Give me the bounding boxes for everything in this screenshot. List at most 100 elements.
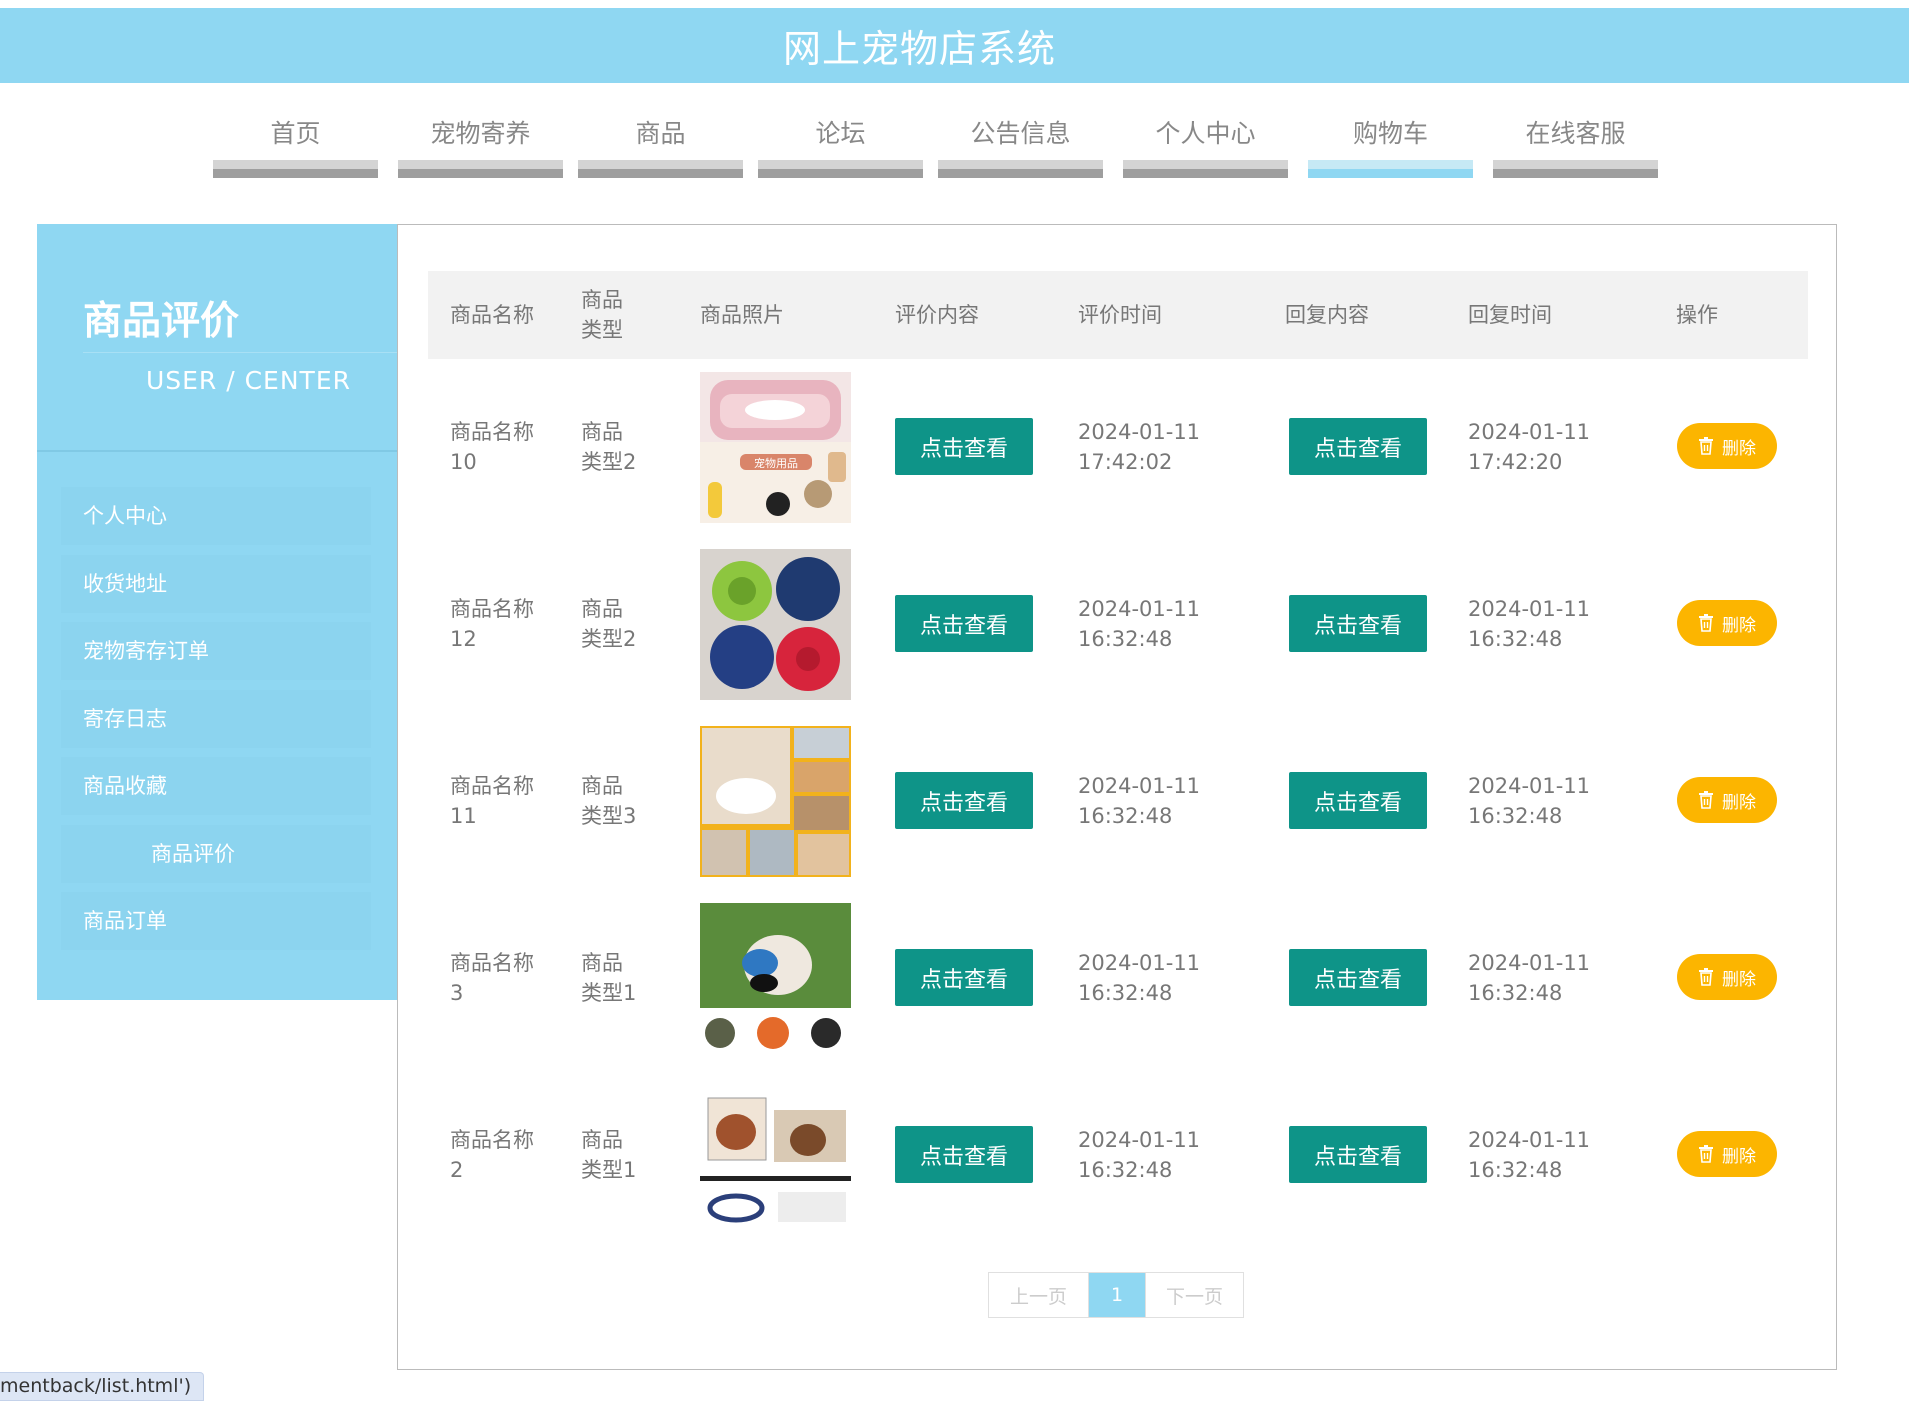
delete-button[interactable]: 删除	[1677, 1131, 1777, 1177]
review-clock: 16:32:48	[1078, 804, 1173, 828]
site-title: 网上宠物店系统	[782, 27, 1056, 71]
delete-label: 删除	[1722, 969, 1756, 990]
delete-label: 删除	[1722, 615, 1756, 636]
col-header-reply-content: 回复内容	[1285, 303, 1369, 327]
review-time: 2024-01-11 16:32:48	[1078, 948, 1208, 1008]
col-header-reply-time: 回复时间	[1468, 303, 1552, 327]
view-review-button[interactable]: 点击查看	[895, 949, 1033, 1006]
sidebar-item-pet-boarding-orders[interactable]: 宠物寄存订单	[61, 622, 371, 680]
product-name: 商品名称3	[450, 951, 534, 1005]
delete-button[interactable]: 删除	[1677, 954, 1777, 1000]
delete-button[interactable]: 删除	[1677, 600, 1777, 646]
review-clock: 16:32:48	[1078, 627, 1173, 651]
table-row: 商品名称3 商品类型1 点击查看 2024-01-11 16:32:48 点击查看…	[428, 890, 1808, 1067]
pet-bowls-product-photo	[700, 549, 851, 700]
reply-time: 2024-01-11 16:32:48	[1468, 1125, 1598, 1185]
product-type: 商品类型2	[581, 420, 637, 474]
product-type: 商品类型2	[581, 597, 637, 651]
reply-clock: 17:42:20	[1468, 450, 1563, 474]
nav-home[interactable]: 首页	[213, 100, 378, 180]
nav-cart[interactable]: 购物车	[1308, 100, 1473, 180]
trash-icon	[1699, 968, 1713, 986]
sidebar-item-personal-center[interactable]: 个人中心	[61, 487, 371, 545]
nav-online-service[interactable]: 在线客服	[1493, 100, 1658, 180]
trash-icon	[1699, 614, 1713, 632]
review-panel: 商品名称 商品类型 商品照片 评价内容 评价时间 回复内容 回复时间 操作 商品…	[397, 224, 1837, 1370]
sidebar-item-boarding-log[interactable]: 寄存日志	[61, 690, 371, 748]
product-name: 商品名称2	[450, 1128, 534, 1182]
nav-underline	[1123, 160, 1288, 178]
nav-underline	[1308, 160, 1473, 178]
trash-icon	[1699, 1145, 1713, 1163]
pet-sofa-product-photo: 宠物用品	[700, 372, 851, 523]
nav-label: 宠物寄养	[430, 119, 531, 148]
review-time: 2024-01-11 16:32:48	[1078, 594, 1208, 654]
view-review-button[interactable]: 点击查看	[895, 1126, 1033, 1183]
col-header-actions: 操作	[1676, 303, 1718, 327]
nav-forum[interactable]: 论坛	[758, 100, 923, 180]
nav-underline	[1493, 160, 1658, 178]
view-review-button[interactable]: 点击查看	[895, 772, 1033, 829]
review-clock: 16:32:48	[1078, 981, 1173, 1005]
nav-underline	[758, 160, 923, 178]
reply-time: 2024-01-11 16:32:48	[1468, 594, 1598, 654]
reply-date: 2024-01-11	[1468, 1128, 1591, 1152]
sidebar-subtitle: USER / CENTER	[145, 366, 351, 395]
col-header-review-time: 评价时间	[1078, 303, 1162, 327]
sidebar-item-label: 宠物寄存订单	[83, 639, 209, 663]
trash-icon	[1699, 437, 1713, 455]
reply-clock: 16:32:48	[1468, 981, 1563, 1005]
col-header-photo: 商品照片	[700, 303, 784, 327]
dog-muzzle-product-photo	[700, 903, 851, 1054]
next-page-button[interactable]: 下一页	[1145, 1273, 1243, 1317]
nav-underline	[938, 160, 1103, 178]
view-reply-button[interactable]: 点击查看	[1289, 949, 1427, 1006]
sidebar-item-favorites[interactable]: 商品收藏	[61, 757, 371, 815]
sidebar-item-label: 商品评价	[151, 842, 235, 866]
view-review-button[interactable]: 点击查看	[895, 595, 1033, 652]
nav-label: 公告信息	[970, 119, 1071, 148]
view-reply-button[interactable]: 点击查看	[1289, 595, 1427, 652]
nav-products[interactable]: 商品	[578, 100, 743, 180]
pagination: 上一页 1 下一页	[988, 1272, 1244, 1318]
delete-button[interactable]: 删除	[1677, 423, 1777, 469]
reply-clock: 16:32:48	[1468, 804, 1563, 828]
reply-clock: 16:32:48	[1468, 1158, 1563, 1182]
sidebar-divider	[37, 450, 397, 452]
sidebar-title-divider	[83, 352, 397, 353]
col-header-review-content: 评价内容	[895, 303, 979, 327]
reply-time: 2024-01-11 16:32:48	[1468, 948, 1598, 1008]
review-date: 2024-01-11	[1078, 1128, 1201, 1152]
nav-pet-boarding[interactable]: 宠物寄养	[398, 100, 563, 180]
view-reply-button[interactable]: 点击查看	[1289, 418, 1427, 475]
user-sidebar: 商品评价 USER / CENTER 个人中心 收货地址 宠物寄存订单 寄存日志…	[37, 224, 397, 1000]
nav-underline	[578, 160, 743, 178]
nav-label: 商品	[635, 119, 686, 148]
view-reply-button[interactable]: 点击查看	[1289, 772, 1427, 829]
product-type: 商品类型1	[581, 1128, 637, 1182]
sidebar-item-orders[interactable]: 商品订单	[61, 892, 371, 950]
svg-text:宠物用品: 宠物用品	[754, 456, 798, 470]
nav-personal-center[interactable]: 个人中心	[1123, 100, 1288, 180]
review-date: 2024-01-11	[1078, 774, 1201, 798]
delete-label: 删除	[1722, 438, 1756, 459]
sidebar-item-label: 寄存日志	[83, 707, 167, 731]
col-header-type: 商品类型	[581, 288, 623, 342]
sidebar-item-reviews[interactable]: 商品评价	[61, 825, 371, 883]
nav-underline	[213, 160, 378, 178]
view-reply-button[interactable]: 点击查看	[1289, 1126, 1427, 1183]
delete-label: 删除	[1722, 1146, 1756, 1167]
sidebar-item-shipping-address[interactable]: 收货地址	[61, 555, 371, 613]
sidebar-item-label: 商品订单	[83, 909, 167, 933]
prev-page-button[interactable]: 上一页	[989, 1273, 1089, 1317]
current-page-button[interactable]: 1	[1089, 1273, 1145, 1317]
delete-button[interactable]: 删除	[1677, 777, 1777, 823]
review-time: 2024-01-11 16:32:48	[1078, 1125, 1208, 1185]
product-type: 商品类型1	[581, 951, 637, 1005]
view-review-button[interactable]: 点击查看	[895, 418, 1033, 475]
table-row: 商品名称2 商品类型1 点击查看 2024-01-11 16:32:48 点击查看…	[428, 1067, 1808, 1244]
site-header: 网上宠物店系统	[0, 8, 1909, 83]
nav-label: 个人中心	[1155, 119, 1256, 148]
nav-announcements[interactable]: 公告信息	[938, 100, 1103, 180]
reply-date: 2024-01-11	[1468, 951, 1591, 975]
